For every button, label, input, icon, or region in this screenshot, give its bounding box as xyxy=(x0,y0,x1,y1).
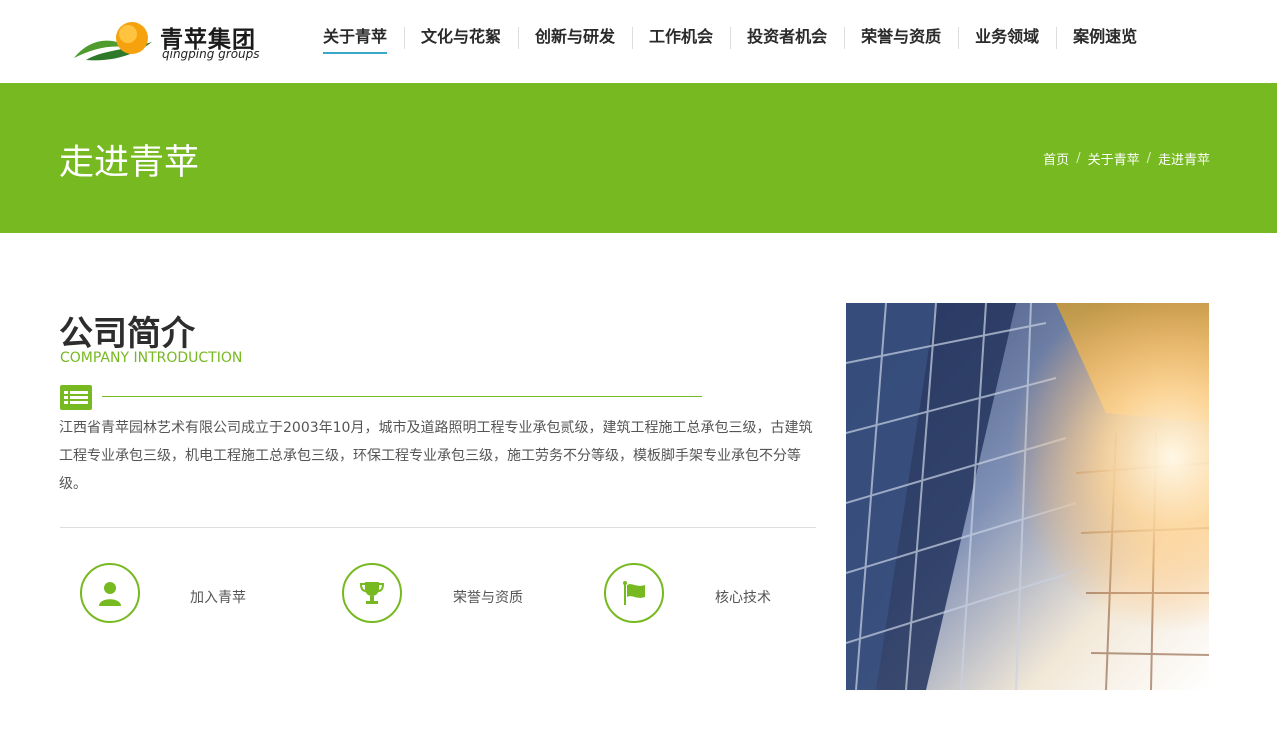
join-link[interactable]: 加入青苹 xyxy=(80,563,280,623)
nav-item-culture[interactable]: 文化与花絮 xyxy=(404,24,518,52)
list-icon xyxy=(60,385,92,410)
nav-item-careers[interactable]: 工作机会 xyxy=(632,24,730,52)
site-header: 青苹集团 qingping groups 关于青苹 文化与花絮 创新与研发 工作… xyxy=(0,0,1277,83)
nav-item-about[interactable]: 关于青苹 xyxy=(306,24,404,54)
breadcrumb-current: 走进青苹 xyxy=(1157,153,1210,168)
nav-item-honors[interactable]: 荣誉与资质 xyxy=(844,24,958,52)
main-nav: 关于青苹 文化与花絮 创新与研发 工作机会 投资者机会 荣誉与资质 业务领域 案… xyxy=(306,24,1154,54)
intro-title: 公司简介 xyxy=(59,314,195,354)
breadcrumb-separator: / xyxy=(1076,151,1081,166)
logo-subtext: qingping groups xyxy=(162,47,260,61)
logo[interactable]: 青苹集团 qingping groups xyxy=(72,20,262,64)
page-title: 走进青苹 xyxy=(59,143,200,183)
intro-text: 江西省青苹园林艺术有限公司成立于2003年10月，城市及道路照明工程专业承包贰级… xyxy=(59,420,813,492)
breadcrumb: 首页 / 关于青苹 / 走进青苹 xyxy=(1043,149,1210,168)
nav-item-cases[interactable]: 案例速览 xyxy=(1056,24,1154,52)
breadcrumb-about[interactable]: 关于青苹 xyxy=(1088,149,1140,168)
join-link-label: 加入青苹 xyxy=(190,590,246,606)
nav-item-business[interactable]: 业务领域 xyxy=(958,24,1056,52)
honors-link-label: 荣誉与资质 xyxy=(453,590,523,606)
logo-mark-icon xyxy=(74,22,152,61)
honors-link[interactable]: 荣誉与资质 xyxy=(342,563,542,623)
flag-icon xyxy=(604,563,664,623)
content-divider xyxy=(60,527,816,528)
nav-item-innovation[interactable]: 创新与研发 xyxy=(518,24,632,52)
user-icon xyxy=(80,563,140,623)
trophy-icon xyxy=(342,563,402,623)
tech-link[interactable]: 核心技术 xyxy=(604,563,804,623)
page-banner: 走进青苹 首页 / 关于青苹 / 走进青苹 xyxy=(0,83,1277,233)
breadcrumb-separator: / xyxy=(1146,151,1151,166)
breadcrumb-home[interactable]: 首页 xyxy=(1043,149,1069,168)
nav-item-investors[interactable]: 投资者机会 xyxy=(730,24,844,52)
intro-subtitle: COMPANY INTRODUCTION xyxy=(60,350,243,366)
tech-link-label: 核心技术 xyxy=(715,590,771,606)
building-photo xyxy=(846,303,1209,690)
section-divider xyxy=(102,396,702,397)
